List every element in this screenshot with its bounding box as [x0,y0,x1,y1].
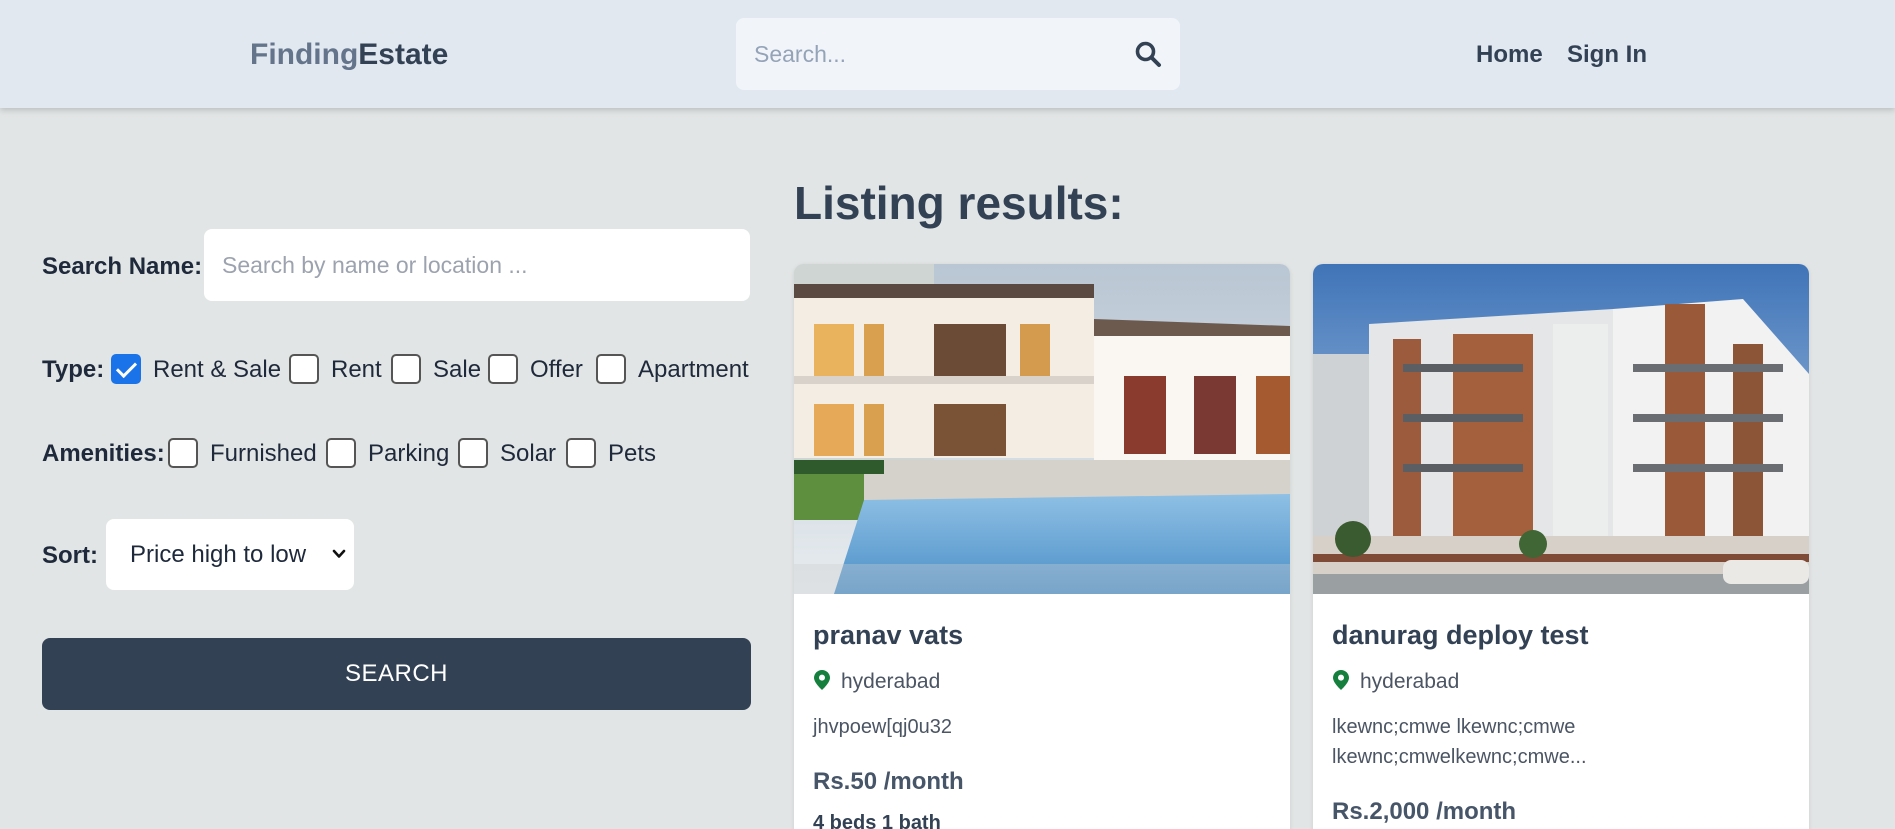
listing-description: lkewnc;cmwe lkewnc;cmwe lkewnc;cmwelkewn… [1332,716,1587,768]
listing-price: Rs.2,000 /month [1332,798,1517,825]
nav-sign-in[interactable]: Sign In [1567,41,1647,69]
amenity-solar-checkbox[interactable] [458,438,488,468]
type-rent-sale-checkbox[interactable] [111,354,141,384]
listing-title[interactable]: pranav vats [813,620,963,651]
amenity-pets-checkbox[interactable] [566,438,596,468]
logo-part-estate: Estate [358,38,449,71]
search-name-input[interactable] [204,229,750,301]
listing-description: jhvpoew[qj0u32 [813,716,952,738]
listing-results-title: Listing results: [794,177,1124,229]
listing-card[interactable]: danurag deploy test hyderabad lkewnc;cmw… [1313,264,1809,829]
type-sale-label: Sale [433,356,482,383]
apartment-building-photo[interactable] [1313,264,1809,594]
amenity-parking-label: Parking [368,440,450,467]
type-label: Type: [42,356,105,383]
listing-location: hyderabad [841,670,941,693]
listing-price: Rs.50 /month [813,768,964,795]
type-offer-label: Offer [530,356,583,383]
amenity-furnished-checkbox[interactable] [168,438,198,468]
type-sale-checkbox[interactable] [391,354,421,384]
magnifier-icon[interactable] [1134,40,1162,68]
sort-selected-value: Price high to low [130,541,307,568]
chevron-down-icon [332,549,346,558]
listing-beds-baths: 4 beds 1 bath [813,812,941,829]
logo[interactable]: FindingEstate [250,38,448,72]
type-offer-checkbox[interactable] [488,354,518,384]
amenities-label: Amenities: [42,440,165,467]
amenity-pets-label: Pets [608,440,657,467]
listing-title[interactable]: danurag deploy test [1332,620,1589,651]
search-name-label: Search Name: [42,253,203,280]
header-search-box [736,18,1180,90]
logo-part-finding: Finding [250,38,359,71]
top-header: FindingEstate Home Sign In [0,0,1895,108]
amenity-parking-checkbox[interactable] [326,438,356,468]
villa-with-pool-photo[interactable] [794,264,1290,594]
amenity-furnished-label: Furnished [210,440,317,467]
listing-location: hyderabad [1360,670,1460,693]
type-apartment-checkbox[interactable] [596,354,626,384]
map-pin-icon [814,670,830,690]
amenity-solar-label: Solar [500,440,557,467]
type-rent-sale-label: Rent & Sale [153,356,282,383]
type-rent-label: Rent [331,356,382,383]
listing-card[interactable]: pranav vats hyderabad jhvpoew[qj0u32 Rs.… [794,264,1290,829]
sort-label: Sort: [42,542,98,569]
nav-home[interactable]: Home [1476,41,1543,69]
type-rent-checkbox[interactable] [289,354,319,384]
type-apartment-label: Apartment [638,356,749,383]
header-search-input[interactable] [754,18,1114,90]
sort-select[interactable]: Price high to low [106,519,354,590]
map-pin-icon [1333,670,1349,690]
search-button[interactable]: SEARCH [42,638,751,710]
